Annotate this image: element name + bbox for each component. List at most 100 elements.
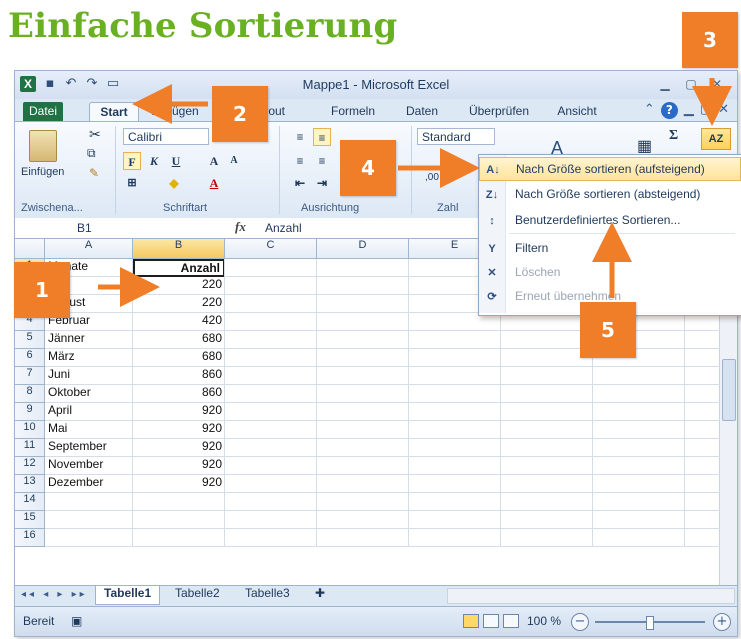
fill-color-icon[interactable]: ◆ — [165, 174, 183, 192]
row-header-8[interactable]: 8 — [15, 385, 45, 403]
increase-decimal-icon[interactable]: ,00 — [425, 172, 439, 183]
cell-b15[interactable] — [133, 511, 225, 529]
column-header-a[interactable]: A — [45, 239, 133, 258]
cell-b14[interactable] — [133, 493, 225, 511]
font-name-box[interactable]: Calibri — [123, 128, 209, 145]
cell-a16[interactable] — [45, 529, 133, 547]
cell-b5[interactable]: 680 — [133, 331, 225, 349]
column-header-c[interactable]: C — [225, 239, 317, 258]
row-header-5[interactable]: 5 — [15, 331, 45, 349]
shrink-font-icon[interactable]: A — [225, 152, 243, 170]
function-icon[interactable]: fx — [235, 219, 246, 235]
copy-icon[interactable]: ⧉ — [87, 146, 96, 161]
menu-item-filter[interactable]: Y Filtern — [479, 237, 741, 261]
cell-a9[interactable]: April — [45, 403, 133, 421]
paste-icon[interactable] — [29, 130, 57, 162]
cell-a11[interactable]: September — [45, 439, 133, 457]
minimize-icon[interactable]: ▁ — [684, 102, 694, 119]
minimize-icon[interactable]: ▁ — [653, 75, 677, 93]
tab-data[interactable]: Daten — [399, 102, 445, 121]
cut-icon[interactable]: ✂ — [89, 126, 101, 143]
row-header-7[interactable]: 7 — [15, 367, 45, 385]
cell-b3[interactable]: 220 — [133, 295, 225, 313]
zoom-level[interactable]: 100 % — [527, 614, 561, 628]
zoom-in-icon[interactable]: + — [713, 613, 731, 631]
cell-a6[interactable]: März — [45, 349, 133, 367]
number-format-select[interactable]: Standard — [417, 128, 495, 145]
zoom-out-icon[interactable]: − — [571, 613, 589, 631]
align-middle-icon[interactable]: ≡ — [313, 128, 331, 146]
sheet-navigation-icon[interactable]: ◂◂ ◂ ▸ ▸▸ — [21, 589, 88, 600]
horizontal-scrollbar[interactable] — [447, 588, 735, 604]
page-layout-view-icon[interactable] — [483, 614, 499, 628]
font-color-icon[interactable]: A — [205, 174, 223, 192]
page-break-view-icon[interactable] — [503, 614, 519, 628]
grow-font-icon[interactable]: A — [205, 152, 223, 170]
decrease-decimal-icon[interactable]: ,0 — [447, 172, 455, 183]
tab-start[interactable]: Start — [89, 102, 139, 122]
cell-b10[interactable]: 920 — [133, 421, 225, 439]
decrease-indent-icon[interactable]: ⇤ — [291, 174, 309, 192]
insert-sheet-icon[interactable]: ✚ — [307, 586, 333, 604]
normal-view-icon[interactable] — [463, 614, 479, 628]
collapse-ribbon-icon[interactable]: ⌃ — [644, 102, 655, 119]
cell-b2[interactable]: 220 — [133, 277, 225, 295]
scrollbar-thumb[interactable] — [722, 359, 736, 421]
tab-insert[interactable]: Einfügen — [145, 102, 205, 121]
tab-formulas[interactable]: Formeln — [325, 102, 381, 121]
row-header-16[interactable]: 16 — [15, 529, 45, 547]
cell-a12[interactable]: November — [45, 457, 133, 475]
sheet-tab-tabelle2[interactable]: Tabelle2 — [167, 586, 228, 604]
cell-a7[interactable]: Juni — [45, 367, 133, 385]
tab-view[interactable]: Ansicht — [551, 102, 603, 121]
close-icon[interactable]: ✕ — [705, 75, 729, 93]
column-header-d[interactable]: D — [317, 239, 409, 258]
row-header-12[interactable]: 12 — [15, 457, 45, 475]
cell-b1[interactable]: Anzahl — [133, 259, 225, 277]
cell-b11[interactable]: 920 — [133, 439, 225, 457]
cell-a14[interactable] — [45, 493, 133, 511]
menu-item-sort-descending[interactable]: Z↓ Nach Größe sortieren (absteigend) — [479, 183, 741, 207]
align-top-icon[interactable]: ≡ — [291, 128, 309, 146]
help-icon[interactable]: ? — [660, 102, 678, 119]
bold-button[interactable]: F — [123, 152, 141, 170]
cell-b12[interactable]: 920 — [133, 457, 225, 475]
menu-item-custom-sort[interactable]: ↕ Benutzerdefiniertes Sortieren... — [479, 209, 741, 233]
row-header-10[interactable]: 10 — [15, 421, 45, 439]
paste-button[interactable]: Einfügen — [21, 166, 64, 178]
increase-indent-icon[interactable]: ⇥ — [313, 174, 331, 192]
cell-a10[interactable]: Mai — [45, 421, 133, 439]
name-box[interactable]: B1 — [19, 220, 169, 236]
row-header-14[interactable]: 14 — [15, 493, 45, 511]
select-all-corner[interactable] — [15, 239, 45, 258]
border-icon[interactable]: ⊞ — [123, 174, 141, 192]
align-left-icon[interactable]: ≡ — [291, 152, 309, 170]
sheet-tab-tabelle1[interactable]: Tabelle1 — [95, 586, 161, 605]
macro-record-icon[interactable]: ▣ — [71, 614, 82, 628]
tab-file[interactable]: Datei — [23, 102, 63, 121]
row-header-13[interactable]: 13 — [15, 475, 45, 493]
zoom-slider-thumb[interactable] — [646, 616, 654, 630]
column-header-b[interactable]: B — [133, 239, 225, 258]
menu-item-sort-ascending[interactable]: A↓ Nach Größe sortieren (aufsteigend) — [479, 157, 741, 181]
sheet-tab-tabelle3[interactable]: Tabelle3 — [237, 586, 298, 604]
cell-b6[interactable]: 680 — [133, 349, 225, 367]
italic-button[interactable]: K — [145, 152, 163, 170]
underline-button[interactable]: U — [167, 152, 185, 170]
row-header-6[interactable]: 6 — [15, 349, 45, 367]
tab-review[interactable]: Überprüfen — [463, 102, 535, 121]
cell-a5[interactable]: Jänner — [45, 331, 133, 349]
row-header-9[interactable]: 9 — [15, 403, 45, 421]
restore-icon[interactable]: ▢ — [700, 102, 712, 119]
cell-b13[interactable]: 920 — [133, 475, 225, 493]
cell-b16[interactable] — [133, 529, 225, 547]
row-header-11[interactable]: 11 — [15, 439, 45, 457]
close-icon[interactable]: ✕ — [718, 102, 729, 119]
cell-b8[interactable]: 860 — [133, 385, 225, 403]
cell-b4[interactable]: 420 — [133, 313, 225, 331]
cell-a8[interactable]: Oktober — [45, 385, 133, 403]
zoom-slider[interactable] — [595, 616, 705, 630]
row-header-15[interactable]: 15 — [15, 511, 45, 529]
sort-filter-button[interactable]: AZ — [701, 128, 731, 150]
cell-b9[interactable]: 920 — [133, 403, 225, 421]
